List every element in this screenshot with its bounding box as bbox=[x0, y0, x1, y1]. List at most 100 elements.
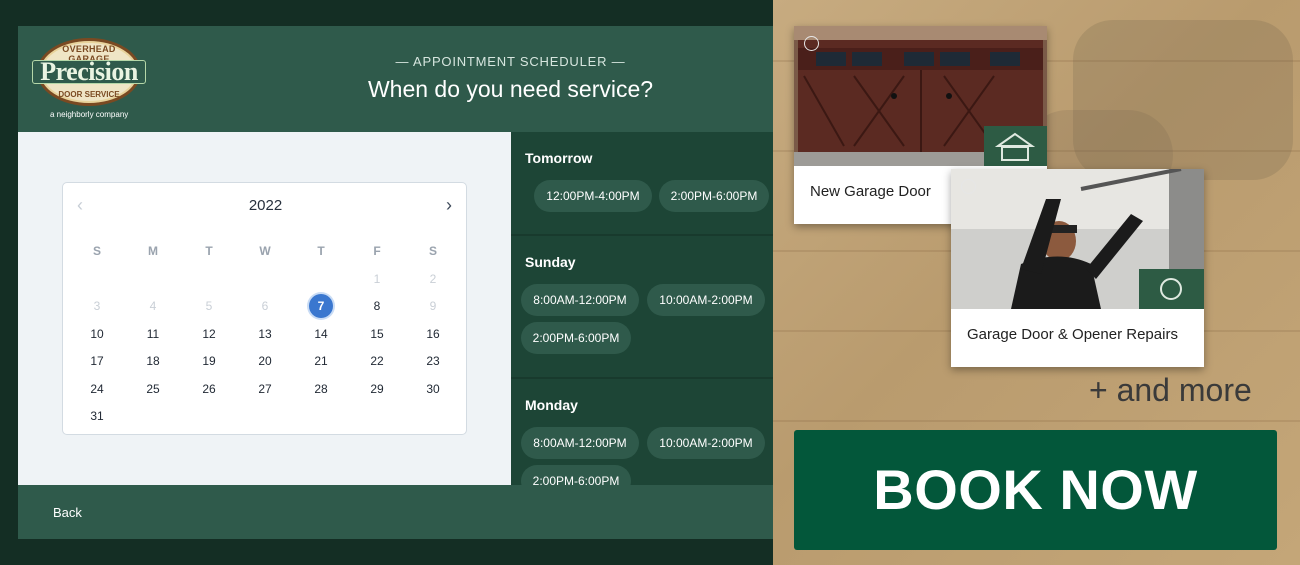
calendar-day-label: 1 bbox=[373, 271, 381, 286]
radio-icon[interactable] bbox=[804, 36, 819, 51]
calendar-day-label: 16 bbox=[426, 326, 440, 341]
calendar-day-label: 31 bbox=[90, 409, 104, 423]
calendar-day-label: 6 bbox=[261, 299, 269, 313]
and-more-text: + and more bbox=[1089, 372, 1252, 408]
service-card-repairs[interactable]: Garage Door & Opener Repairs bbox=[951, 169, 1204, 367]
calendar-day-label: 24 bbox=[90, 381, 104, 396]
time-slot-button[interactable]: 12:00PM-4:00PM bbox=[534, 180, 652, 212]
calendar-day[interactable]: 29 bbox=[349, 376, 405, 404]
calendar-day-label: 27 bbox=[258, 381, 272, 396]
calendar-day[interactable]: 13 bbox=[237, 321, 293, 349]
calendar-empty-cell bbox=[125, 266, 181, 294]
calendar-day: 6 bbox=[237, 293, 293, 321]
precision-logo: OVERHEAD GARAGE Precision DOOR SERVICE a… bbox=[32, 36, 152, 120]
day-section: Monday 8:00AM-12:00PM 10:00AM-2:00PM 2:00PM… bbox=[511, 379, 773, 485]
calendar-day-label: 14 bbox=[314, 326, 328, 341]
page-title: When do you need service? bbox=[367, 76, 654, 102]
calendar-day[interactable]: 14 bbox=[293, 321, 349, 349]
calendar-day-label: 13 bbox=[258, 326, 272, 341]
calendar-day-label: 10 bbox=[90, 326, 104, 341]
time-slot-button[interactable]: 2:00PM-6:00PM bbox=[659, 180, 769, 212]
calendar-day-label: 5 bbox=[205, 299, 213, 313]
calendar-day[interactable]: 11 bbox=[125, 321, 181, 349]
calendar-day[interactable]: 26 bbox=[181, 376, 237, 404]
calendar-day-label: 9 bbox=[429, 299, 437, 313]
calendar-day-label: 11 bbox=[146, 326, 160, 341]
promo-panel: New Garage Door Garage Door & Opener Rep… bbox=[773, 0, 1300, 565]
calendar-day-label: 26 bbox=[202, 381, 216, 396]
weekday-header: S bbox=[92, 244, 101, 258]
radio-icon[interactable] bbox=[961, 179, 976, 194]
calendar-day-label: 29 bbox=[370, 381, 384, 396]
calendar-day[interactable]: 23 bbox=[405, 348, 461, 376]
appointment-scheduler: OVERHEAD GARAGE Precision DOOR SERVICE a… bbox=[18, 26, 773, 539]
time-slot-button[interactable]: 8:00AM-12:00PM bbox=[521, 427, 639, 459]
calendar-day[interactable]: 21 bbox=[293, 348, 349, 376]
day-section: Sunday 8:00AM-12:00PM 10:00AM-2:00PM 2:00PM… bbox=[511, 236, 773, 379]
calendar-day[interactable]: 31 bbox=[69, 403, 125, 431]
calendar-day[interactable]: 12 bbox=[181, 321, 237, 349]
calendar-empty-cell bbox=[69, 266, 125, 294]
calendar-day[interactable]: 30 bbox=[405, 376, 461, 404]
calendar-day-label: 8 bbox=[373, 299, 381, 313]
logo-company: a neighborly company bbox=[50, 110, 129, 119]
calendar-day-label: 30 bbox=[426, 381, 440, 396]
calendar-day-label: 12 bbox=[202, 326, 216, 341]
calendar-day: 4 bbox=[125, 293, 181, 321]
time-slot-button[interactable]: 2:00PM-6:00PM bbox=[521, 465, 631, 485]
book-now-button[interactable]: BOOK NOW bbox=[794, 430, 1277, 550]
calendar: ‹ 2022 › S M T W T F S 1 2 3 4 5 6 7 8 9 10 11 12 13 14 15 16 1… bbox=[62, 182, 467, 435]
calendar-day[interactable]: 16 bbox=[405, 321, 461, 349]
back-button[interactable]: Back bbox=[53, 505, 82, 520]
calendar-day[interactable]: 18 bbox=[125, 348, 181, 376]
day-title: Tomorrow bbox=[525, 150, 593, 166]
calendar-day-label: 19 bbox=[202, 354, 216, 368]
garage-door-photo bbox=[794, 26, 1047, 166]
calendar-day[interactable]: 22 bbox=[349, 348, 405, 376]
weekday-header: S bbox=[428, 244, 437, 258]
day-section: Tomorrow 12:00PM-4:00PM 2:00PM-6:00PM bbox=[511, 132, 773, 236]
calendar-day: 2 bbox=[405, 266, 461, 294]
calendar-day-label: 25 bbox=[146, 381, 160, 396]
calendar-day[interactable]: 8 bbox=[349, 293, 405, 321]
day-title: Sunday bbox=[525, 254, 576, 270]
calendar-day[interactable]: 19 bbox=[181, 348, 237, 376]
scheduler-footer: Back bbox=[18, 485, 773, 539]
calendar-day[interactable]: 10 bbox=[69, 321, 125, 349]
time-slot-button[interactable]: 10:00AM-2:00PM bbox=[647, 284, 765, 316]
technician-photo bbox=[951, 169, 1204, 309]
calendar-empty-cell bbox=[237, 266, 293, 294]
time-slot-button[interactable]: 8:00AM-12:00PM bbox=[521, 284, 639, 316]
calendar-day-label: 20 bbox=[258, 354, 272, 368]
calendar-day[interactable]: 28 bbox=[293, 376, 349, 404]
calendar-day: 1 bbox=[349, 266, 405, 294]
weekday-header: F bbox=[373, 244, 381, 258]
weekday-header: T bbox=[205, 244, 213, 258]
calendar-day-label: 2 bbox=[429, 271, 437, 286]
calendar-day[interactable]: 27 bbox=[237, 376, 293, 404]
calendar-day-label: 23 bbox=[426, 354, 440, 368]
calendar-day-label: 28 bbox=[314, 381, 328, 396]
logo-brand: Precision bbox=[40, 57, 138, 86]
calendar-day[interactable]: 24 bbox=[69, 376, 125, 404]
wood-grain bbox=[773, 420, 1300, 422]
weekday-header: T bbox=[317, 244, 325, 258]
scheduler-header: OVERHEAD GARAGE Precision DOOR SERVICE a… bbox=[18, 26, 773, 132]
calendar-day[interactable]: 7 bbox=[293, 293, 349, 321]
calendar-year: 2022 bbox=[248, 197, 283, 214]
calendar-day[interactable]: 25 bbox=[125, 376, 181, 404]
calendar-grid: S M T W T F S 1 2 3 4 5 6 7 8 9 10 11 12 13 14 15 16 17 18 19 20 21… bbox=[69, 238, 461, 431]
calendar-day-label: 4 bbox=[149, 299, 157, 313]
time-slot-button[interactable]: 2:00PM-6:00PM bbox=[521, 322, 631, 354]
service-label: Garage Door & Opener Repairs bbox=[967, 326, 1178, 343]
time-slot-button[interactable]: 10:00AM-2:00PM bbox=[647, 427, 765, 459]
calendar-day-label: 21 bbox=[314, 354, 328, 368]
weekday-header: W bbox=[259, 244, 271, 258]
calendar-day-label: 15 bbox=[370, 326, 384, 341]
chevron-right-icon[interactable]: › bbox=[446, 195, 452, 216]
calendar-day-label: 3 bbox=[93, 299, 101, 313]
calendar-day[interactable]: 15 bbox=[349, 321, 405, 349]
calendar-day[interactable]: 17 bbox=[69, 348, 125, 376]
calendar-day[interactable]: 20 bbox=[237, 348, 293, 376]
service-label: New Garage Door bbox=[810, 183, 931, 200]
